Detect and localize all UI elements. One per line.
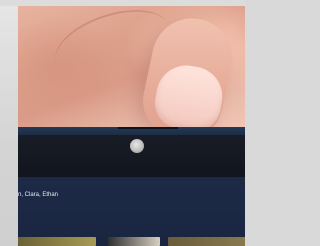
shared-with-label: n, Clara, Ethan xyxy=(18,192,59,198)
tablet-screen: n, Clara, Ethan xyxy=(18,6,245,246)
photo-thumbnail[interactable] xyxy=(18,237,96,246)
photo-thumbnail[interactable] xyxy=(168,237,245,246)
photo-of-tablet: n, Clara, Ethan xyxy=(0,0,245,246)
home-button-icon[interactable] xyxy=(130,139,144,153)
background-surface xyxy=(0,0,18,246)
bezel-seam xyxy=(118,127,178,129)
photo-thumbnail[interactable] xyxy=(108,237,160,246)
app-content-area xyxy=(18,177,245,246)
photo-thumbnails-row xyxy=(18,237,245,246)
